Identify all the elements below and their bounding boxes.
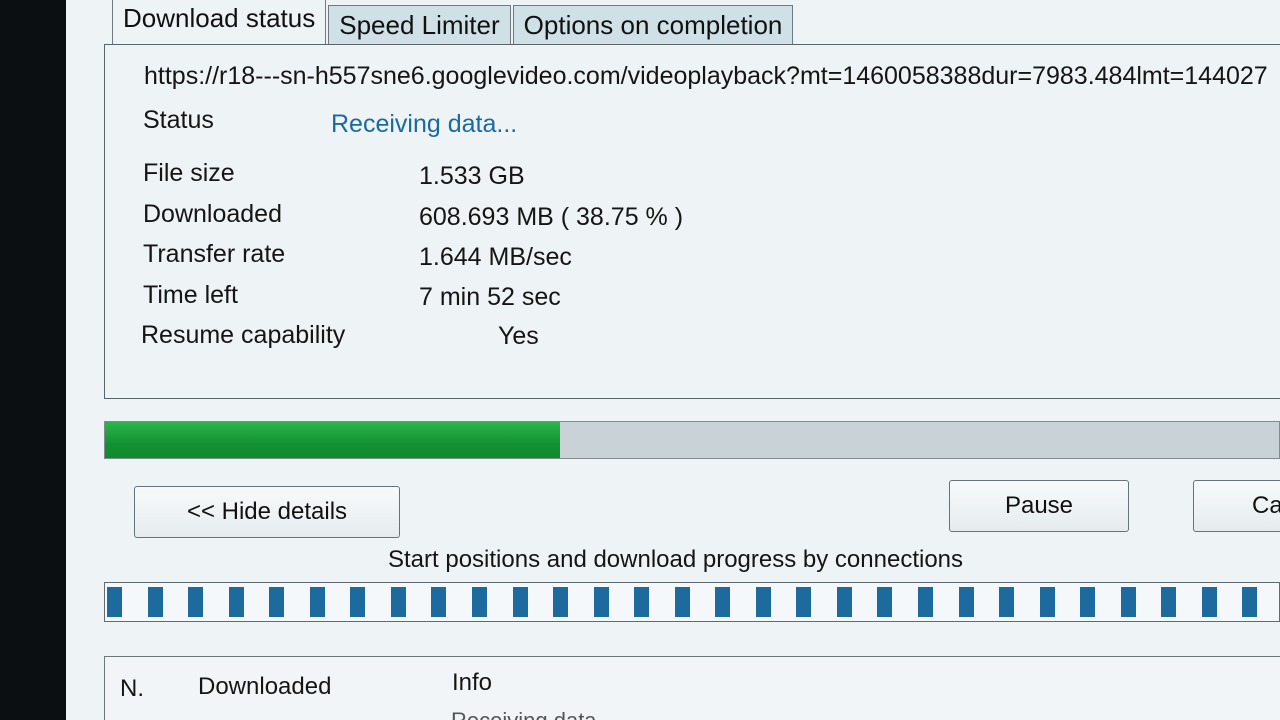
time-left-label: Time left [143,281,238,309]
connection-segment [675,587,690,617]
connection-segment [513,587,528,617]
table-row-info: Receiving data... [451,708,615,720]
connection-segment [594,587,609,617]
connection-segment [1242,587,1257,617]
connection-segment [431,587,446,617]
tab-download-status[interactable]: Download status [112,0,327,44]
connection-segment [1121,587,1136,617]
connection-segment [269,587,284,617]
status-label: Status [143,106,214,134]
connection-segment [472,587,487,617]
download-window: Download status Speed Limiter Options on… [66,0,1280,720]
download-progress-bar [104,421,1280,459]
downloaded-value: 608.693 MB ( 38.75 % ) [419,203,684,231]
connection-segment [634,587,649,617]
connection-segment [1080,587,1095,617]
transfer-rate-value: 1.644 MB/sec [419,243,572,271]
connection-segment [959,587,974,617]
connection-segment [1161,587,1176,617]
resume-capability-label: Resume capability [141,321,346,349]
tab-bar: Download status Speed Limiter Options on… [112,0,795,44]
connection-segment [229,587,244,617]
column-header-info[interactable]: Info [452,669,492,697]
connection-segment [188,587,203,617]
connections-progress-bar [104,582,1280,622]
time-left-value: 7 min 52 sec [419,283,561,311]
downloaded-label: Downloaded [143,200,282,228]
hide-details-button[interactable]: << Hide details [134,486,400,538]
download-progress-fill [105,422,560,458]
connection-segment [148,587,163,617]
tab-options-on-completion[interactable]: Options on completion [512,5,794,44]
download-url: https://r18---sn-h557sne6.googlevideo.co… [144,62,1268,90]
tab-speed-limiter[interactable]: Speed Limiter [328,5,511,44]
connection-segment [1202,587,1217,617]
cancel-button[interactable]: Cancel [1193,480,1280,532]
connection-segment [837,587,852,617]
file-size-label: File size [143,159,235,187]
transfer-rate-label: Transfer rate [143,240,286,268]
column-header-number[interactable]: N. [120,675,144,703]
pause-button[interactable]: Pause [949,480,1129,532]
connections-title: Start positions and download progress by… [388,546,964,573]
resume-capability-value: Yes [498,322,539,350]
status-value: Receiving data... [331,110,518,138]
connection-segment [756,587,771,617]
column-header-downloaded[interactable]: Downloaded [198,673,331,701]
connection-segment [877,587,892,617]
connections-table-header: N. Downloaded Info [104,656,1280,720]
connection-segment [553,587,568,617]
connection-segment [350,587,365,617]
connection-segment [107,587,122,617]
connection-segment [918,587,933,617]
connection-segment [1040,587,1055,617]
connection-segment [715,587,730,617]
file-size-value: 1.533 GB [419,162,525,190]
connection-segment [310,587,325,617]
connection-segment [796,587,811,617]
connection-segment [999,587,1014,617]
connection-segment [391,587,406,617]
